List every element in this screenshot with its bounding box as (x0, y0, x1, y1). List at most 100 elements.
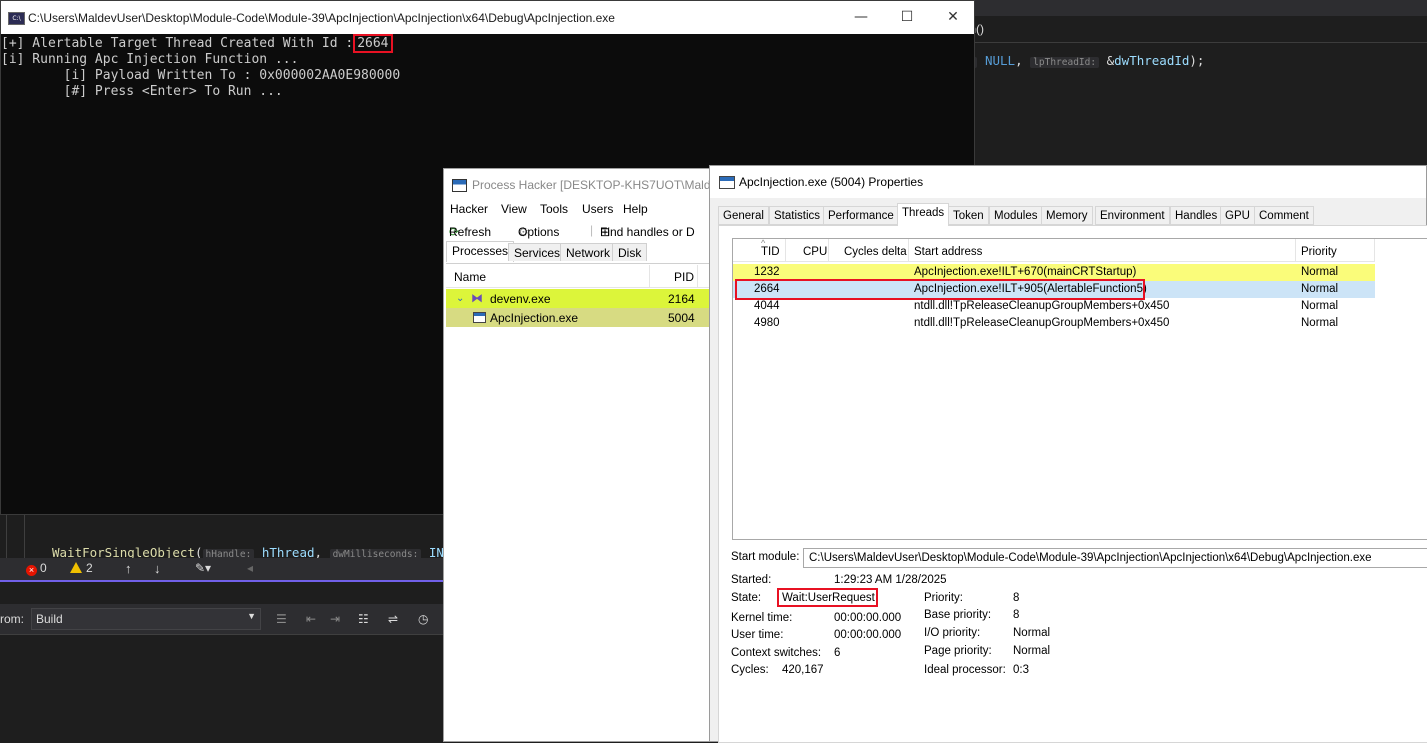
process-hacker-title-bar[interactable]: Process Hacker [DESKTOP-KHS7UOT\MaldevU (444, 169, 742, 199)
process-pid: 2164 (668, 292, 695, 306)
column-separator (828, 239, 829, 261)
process-row[interactable]: ⌄ ⧓ devenv.exe 2164 (446, 289, 742, 308)
thread-start-address: ntdll.dll!TpReleaseCleanupGroupMembers+0… (914, 300, 1170, 312)
vs-code-line: s: NULL, lpThreadId: &dwThreadId); (960, 53, 1204, 68)
start-module-field[interactable]: C:\Users\MaldevUser\Desktop\Module-Code\… (803, 548, 1427, 568)
start-module-label: Start module: (731, 551, 800, 563)
brush-icon[interactable]: ✎▾ (195, 561, 211, 575)
thread-start-address: ntdll.dll!TpReleaseCleanupGroupMembers+0… (914, 317, 1170, 329)
menu-users[interactable]: Users (582, 202, 613, 216)
thread-list-header: ^ TID CPU Cycles delta Start address Pri… (733, 238, 1375, 262)
tab-memory[interactable]: Memory (1041, 206, 1093, 225)
tab-network[interactable]: Network (560, 243, 617, 261)
warning-count-value: 2 (86, 561, 93, 575)
menu-tools[interactable]: Tools (540, 202, 568, 216)
console-title: C:\Users\MaldevUser\Desktop\Module-Code\… (28, 11, 615, 25)
close-icon[interactable]: ✕ (938, 7, 968, 27)
properties-title-bar[interactable]: ApcInjection.exe (5004) Properties (710, 166, 1426, 198)
arrow-up-icon[interactable]: ↑ (125, 561, 132, 576)
cycles-value: 420,167 (782, 664, 824, 676)
base-priority-value: 8 (1013, 609, 1020, 621)
column-name[interactable]: Name (454, 270, 486, 284)
tab-general[interactable]: General (718, 206, 769, 225)
toolbar-separator: | (590, 223, 594, 237)
code-null-keyword: NULL (984, 53, 1016, 68)
refresh-label: Refresh (449, 225, 492, 239)
output-source-label: rom: (0, 612, 24, 626)
maximize-icon[interactable]: ☐ (892, 7, 922, 27)
menu-help[interactable]: Help (623, 202, 648, 216)
scroll-left-icon[interactable]: ◂ (247, 561, 253, 575)
console-title-bar[interactable]: C:\ C:\Users\MaldevUser\Desktop\Module-C… (1, 1, 974, 34)
page-priority-value: Normal (1013, 645, 1051, 657)
column-pid[interactable]: PID (674, 270, 694, 284)
vs-navigation-bar[interactable]: ain() (958, 16, 1427, 43)
column-separator (697, 265, 698, 287)
thread-row[interactable]: 4044 ntdll.dll!TpReleaseCleanupGroupMemb… (733, 298, 1375, 315)
tab-gpu[interactable]: GPU (1220, 206, 1255, 225)
clock-icon[interactable]: ◷ (418, 612, 428, 626)
state-label: State: (731, 592, 762, 604)
thread-priority: Normal (1301, 317, 1339, 329)
process-hacker-menu: Hacker View Tools Users Help (444, 202, 742, 220)
error-icon: × (26, 565, 37, 576)
process-hacker-icon (452, 179, 467, 192)
io-priority-value: Normal (1013, 627, 1051, 639)
thread-tid: 1232 (754, 266, 780, 278)
column-cycles-delta[interactable]: Cycles delta (844, 246, 907, 258)
tab-modules[interactable]: Modules (989, 206, 1043, 225)
prev-message-icon[interactable]: ⇤ (306, 612, 316, 626)
editor-gutter-line (24, 515, 25, 559)
thread-priority: Normal (1301, 283, 1339, 295)
cycles-label: Cycles: (731, 664, 769, 676)
minimize-icon[interactable]: — (846, 7, 876, 27)
tab-disk[interactable]: Disk (612, 243, 648, 261)
console-output: [+] Alertable Target Thread Created With… (1, 34, 400, 100)
find-message-icon[interactable]: ☰ (276, 612, 287, 626)
process-row[interactable]: ApcInjection.exe 5004 (446, 308, 742, 327)
column-cpu[interactable]: CPU (803, 246, 827, 258)
code-identifier: dwThreadId (1114, 53, 1190, 68)
thread-priority: Normal (1301, 266, 1339, 278)
output-source-value: Build (36, 612, 63, 626)
base-priority-label: Base priority: (924, 609, 992, 621)
next-message-icon[interactable]: ⇥ (330, 612, 340, 626)
output-source-select[interactable]: Build ▼ (31, 608, 261, 630)
column-priority[interactable]: Priority (1301, 246, 1337, 258)
tab-handles[interactable]: Handles (1170, 206, 1223, 225)
start-module-value: C:\Users\MaldevUser\Desktop\Module-Code\… (809, 552, 1372, 564)
process-name: devenv.exe (490, 292, 551, 306)
user-time-label: User time: (731, 629, 784, 641)
tab-threads[interactable]: Threads (897, 203, 950, 226)
tab-processes[interactable]: Processes (446, 241, 515, 262)
column-tid[interactable]: TID (761, 246, 780, 258)
column-start-address[interactable]: Start address (914, 246, 982, 258)
options-label: Options (518, 225, 560, 239)
thread-tid: 4980 (754, 317, 780, 329)
arrow-down-icon[interactable]: ↓ (154, 561, 161, 576)
kernel-time-value: 00:00:00.000 (834, 612, 902, 624)
visual-studio-icon: ⧓ (471, 291, 483, 305)
tab-environment[interactable]: Environment (1095, 206, 1170, 225)
thread-row[interactable]: 4980 ntdll.dll!TpReleaseCleanupGroupMemb… (733, 315, 1375, 332)
tab-token[interactable]: Token (948, 206, 989, 225)
context-switches-value: 6 (834, 647, 841, 659)
column-separator (908, 239, 909, 261)
tab-services[interactable]: Services (508, 243, 567, 261)
thread-tid: 4044 (754, 300, 780, 312)
clear-all-icon[interactable]: ☷ (358, 612, 369, 626)
tab-statistics[interactable]: Statistics (769, 206, 826, 225)
tab-performance[interactable]: Performance (823, 206, 899, 225)
word-wrap-icon[interactable]: ⇌ (388, 612, 398, 626)
console-line: [+] Alertable Target Thread Created With… (1, 36, 354, 51)
param-hint: lpThreadId: (1030, 57, 1100, 68)
error-count[interactable]: × 0 (26, 561, 47, 576)
ideal-processor-label: Ideal processor: (924, 664, 1006, 676)
menu-hacker[interactable]: Hacker (450, 202, 488, 216)
process-pid: 5004 (668, 311, 695, 325)
column-separator (649, 265, 650, 287)
tab-comment[interactable]: Comment (1254, 206, 1314, 225)
menu-view[interactable]: View (501, 202, 527, 216)
process-hacker-toolbar: ⟳ Refresh ⚙ Options | ⊞ Find handles or … (444, 221, 742, 241)
warning-count[interactable]: 2 (70, 561, 93, 575)
